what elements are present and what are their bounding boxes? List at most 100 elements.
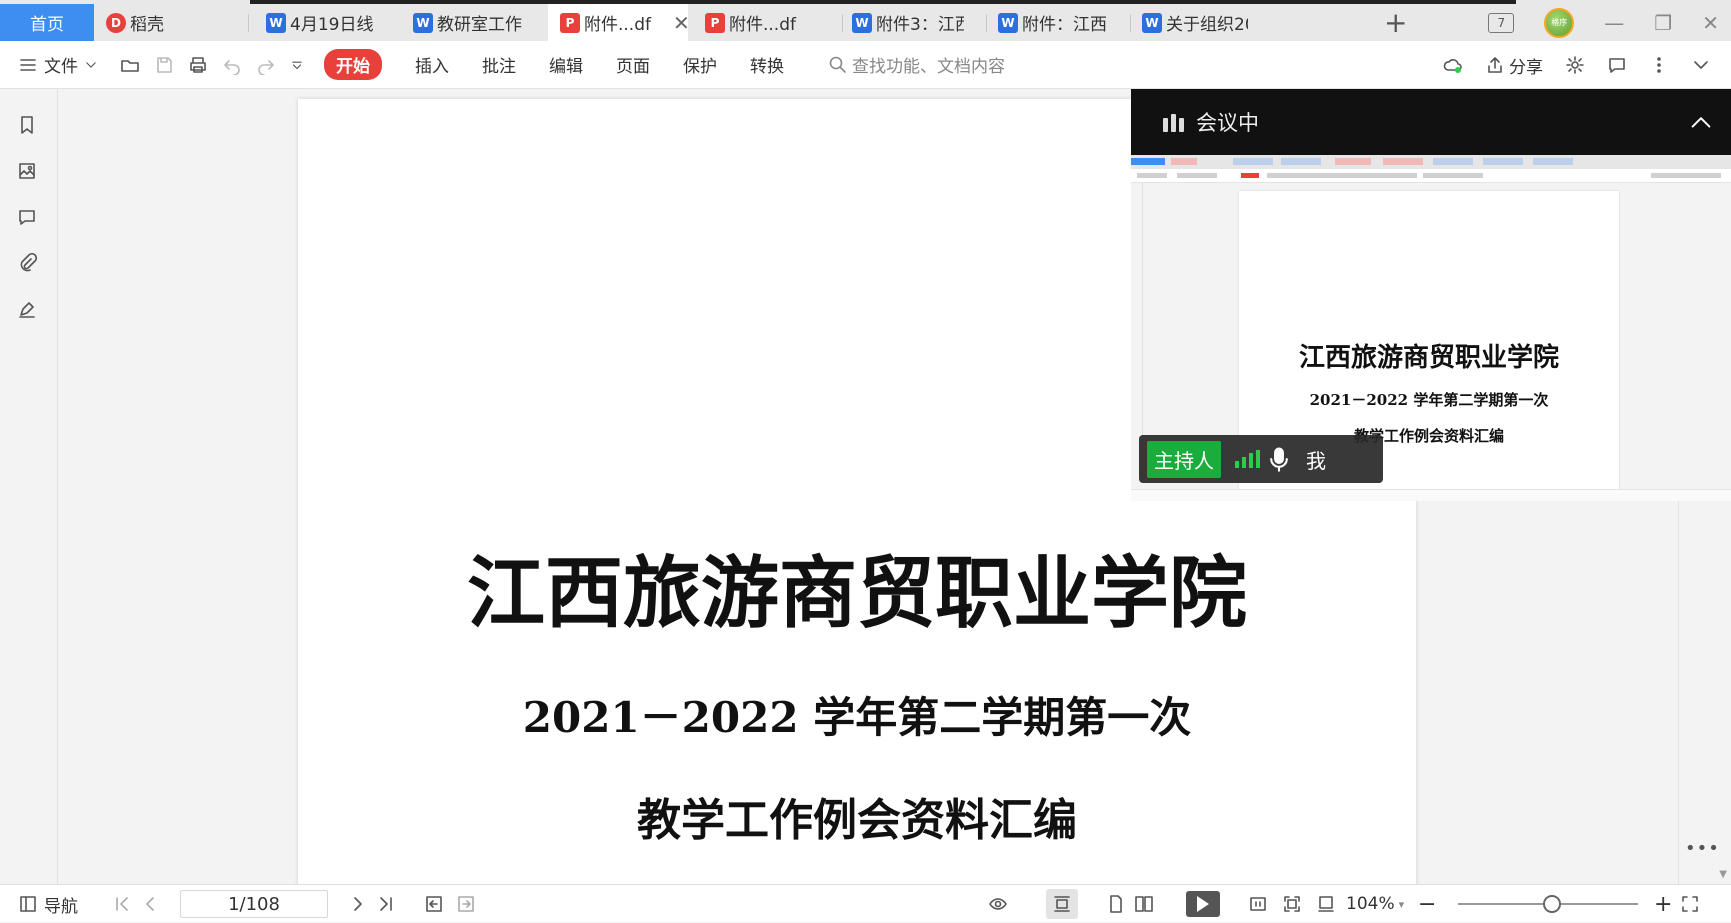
customize-icon[interactable]	[290, 55, 304, 75]
tab-label: 4月19日线	[290, 15, 374, 35]
share-icon	[1488, 57, 1502, 73]
avatar[interactable]: 格序	[1544, 7, 1575, 38]
tab-label: 稻壳	[130, 15, 164, 35]
read-mode-icon[interactable]	[1316, 894, 1336, 914]
menu-insert[interactable]: 插入	[415, 52, 449, 77]
preview-title: 江西旅游商贸职业学院	[1298, 343, 1559, 373]
chevron-down-icon[interactable]	[1691, 55, 1711, 75]
doc-subtitle-1: 2021－2022 学年第二学期第一次	[522, 693, 1192, 742]
zoom-out-button[interactable]: −	[1418, 885, 1436, 923]
close-icon[interactable]: ✕	[673, 11, 688, 35]
redo-icon[interactable]	[256, 55, 276, 75]
file-menu-label: 文件	[44, 57, 78, 77]
restore-icon[interactable]: ❐	[1654, 11, 1672, 35]
menu-annotate[interactable]: 批注	[482, 52, 516, 77]
single-page-icon[interactable]	[1106, 894, 1126, 914]
single-page-mode[interactable]	[1046, 889, 1078, 919]
new-tab-button[interactable]: +	[1384, 6, 1407, 39]
navigation-toggle[interactable]: 导航	[18, 885, 78, 923]
word-doc-icon: W	[1142, 12, 1162, 33]
tab-start[interactable]: 开始	[324, 49, 382, 80]
fit-width-icon	[1054, 896, 1070, 912]
word-doc-icon: W	[413, 12, 433, 33]
window-count-icon[interactable]: 7	[1488, 12, 1515, 33]
undo-icon[interactable]	[222, 55, 242, 75]
meeting-status: 会议中	[1196, 111, 1259, 135]
first-page-icon[interactable]	[112, 894, 132, 914]
tab-doc-3[interactable]: W 附件3：江西	[852, 4, 964, 41]
window-controls: 7 格序 — ❐ ✕	[1488, 4, 1731, 41]
collapse-icon[interactable]	[1689, 111, 1713, 135]
tab-home-label: 首页	[30, 15, 64, 35]
page-number-input[interactable]: 1/108	[180, 890, 328, 918]
comment-icon[interactable]	[1607, 55, 1627, 75]
minimize-icon[interactable]: —	[1604, 11, 1624, 35]
signature-icon[interactable]	[17, 299, 37, 319]
quick-actions	[120, 55, 304, 75]
word-doc-icon: W	[266, 12, 286, 33]
bookmark-icon[interactable]	[17, 115, 37, 135]
forward-icon[interactable]	[456, 894, 476, 914]
share-button[interactable]: 分享	[1485, 53, 1543, 78]
microphone-icon[interactable]	[1266, 446, 1292, 472]
ribbon-toolbar: 文件 开始 插入 批注 编辑 页面 保护 转换 查找功能、文档内容 分享	[0, 41, 1731, 89]
audio-level-icon	[1235, 450, 1260, 468]
nav-label: 导航	[44, 896, 78, 917]
attachment-icon[interactable]	[17, 253, 37, 273]
preview-subtitle-1: 2021－2022 学年第二学期第一次	[1309, 391, 1549, 409]
tab-doc-2[interactable]: W 教研室工作	[413, 4, 543, 41]
zoom-level[interactable]: 104% ▾	[1346, 885, 1404, 923]
tab-doc-4[interactable]: W 附件：江西	[998, 4, 1116, 41]
menu-edit[interactable]: 编辑	[549, 52, 583, 77]
actual-size-icon[interactable]	[1248, 894, 1268, 914]
play-button[interactable]	[1186, 891, 1220, 917]
eye-protect-icon[interactable]	[988, 894, 1008, 914]
save-icon[interactable]	[154, 55, 174, 75]
scroll-down-icon[interactable]: ▼	[1719, 869, 1727, 880]
last-page-icon[interactable]	[376, 894, 396, 914]
next-page-icon[interactable]	[348, 894, 368, 914]
tab-doc-5[interactable]: W 关于组织20	[1142, 4, 1248, 41]
close-window-icon[interactable]: ✕	[1702, 11, 1719, 35]
pdf-doc-icon: P	[560, 12, 580, 33]
tab-label: 教研室工作	[437, 15, 522, 35]
file-menu[interactable]: 文件	[18, 52, 98, 77]
more-options-icon[interactable]: •••	[1685, 838, 1720, 859]
menu-page[interactable]: 页面	[616, 52, 650, 77]
meeting-window[interactable]: 会议中 江西旅游商贸职业学院 2021－2022 学年第二学期第一次 教学工作例…	[1131, 89, 1731, 501]
fit-page-icon[interactable]	[1282, 894, 1302, 914]
tab-home[interactable]: 首页	[0, 4, 94, 41]
cloud-sync-icon[interactable]	[1443, 55, 1463, 75]
print-icon[interactable]	[188, 55, 208, 75]
menu-convert[interactable]: 转换	[750, 52, 784, 77]
more-vertical-icon[interactable]	[1649, 55, 1669, 75]
settings-icon[interactable]	[1565, 55, 1585, 75]
participant-bar: 主持人 我	[1139, 435, 1383, 483]
tab-label: 附件...df	[584, 15, 651, 35]
search-input[interactable]: 查找功能、文档内容	[828, 52, 1005, 77]
open-folder-icon[interactable]	[120, 55, 140, 75]
tab-separator	[842, 14, 843, 32]
zoom-in-button[interactable]: +	[1654, 885, 1672, 923]
double-page-icon[interactable]	[1134, 894, 1154, 914]
fullscreen-icon[interactable]	[1680, 894, 1700, 914]
chevron-down-icon: ▾	[1398, 897, 1405, 911]
prev-page-icon[interactable]	[140, 894, 160, 914]
search-placeholder: 查找功能、文档内容	[852, 57, 1005, 77]
tab-doc-1[interactable]: W 4月19日线	[266, 4, 396, 41]
preview-statusbar	[1131, 489, 1731, 501]
toolbar-right: 分享	[1443, 41, 1711, 89]
tab-label: 附件3：江西	[876, 15, 964, 35]
meeting-signal-icon	[1163, 112, 1184, 132]
menu-protect[interactable]: 保护	[683, 52, 717, 77]
zoom-slider-thumb[interactable]	[1543, 895, 1561, 913]
back-icon[interactable]	[424, 894, 444, 914]
tab-pdf-active[interactable]: P 附件...df ✕	[548, 4, 688, 41]
tab-pdf-2[interactable]: P 附件...df	[705, 4, 835, 41]
tab-docer[interactable]: D 稻壳	[106, 4, 164, 41]
thumbnail-icon[interactable]	[17, 161, 37, 181]
annotation-icon[interactable]	[17, 207, 37, 227]
meeting-header: 会议中	[1131, 89, 1731, 155]
chevron-down-icon	[86, 61, 96, 68]
doc-subtitle-2: 教学工作例会资料汇编	[637, 795, 1077, 846]
